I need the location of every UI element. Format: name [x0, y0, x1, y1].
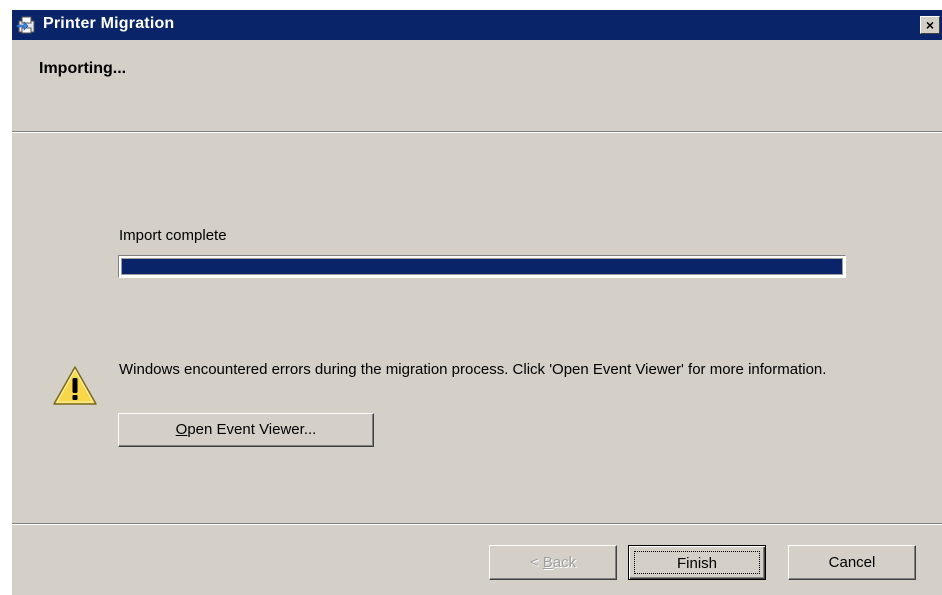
back-label: ack: [552, 554, 577, 571]
error-message: Windows encountered errors during the mi…: [119, 361, 827, 378]
back-prefix: <: [529, 554, 543, 571]
progress-fill: [122, 259, 842, 274]
back-button[interactable]: < Back: [489, 545, 617, 580]
progress-label: Import complete: [119, 227, 227, 244]
close-button[interactable]: ×: [920, 16, 940, 34]
open-event-viewer-mnemonic: O: [175, 421, 188, 438]
header-divider: [12, 131, 942, 133]
finish-button[interactable]: Finish: [628, 545, 766, 580]
printer-migration-window: Printer Migration × Importing... Import …: [12, 10, 942, 595]
footer-divider: [12, 523, 942, 525]
warning-icon: [53, 366, 97, 405]
open-event-viewer-button[interactable]: Open Event Viewer...: [118, 413, 374, 447]
page-heading: Importing...: [39, 60, 127, 77]
close-icon: ×: [925, 17, 935, 33]
back-mnemonic: B: [542, 554, 553, 571]
title-bar[interactable]: Printer Migration ×: [12, 10, 942, 40]
window-title: Printer Migration: [43, 15, 175, 32]
finish-label: Finish: [676, 555, 717, 572]
cancel-label: Cancel: [828, 554, 876, 571]
open-event-viewer-label: pen Event Viewer...: [187, 421, 317, 438]
progress-bar: [118, 255, 846, 278]
printer-migration-icon: [16, 16, 35, 34]
cancel-button[interactable]: Cancel: [788, 545, 916, 580]
